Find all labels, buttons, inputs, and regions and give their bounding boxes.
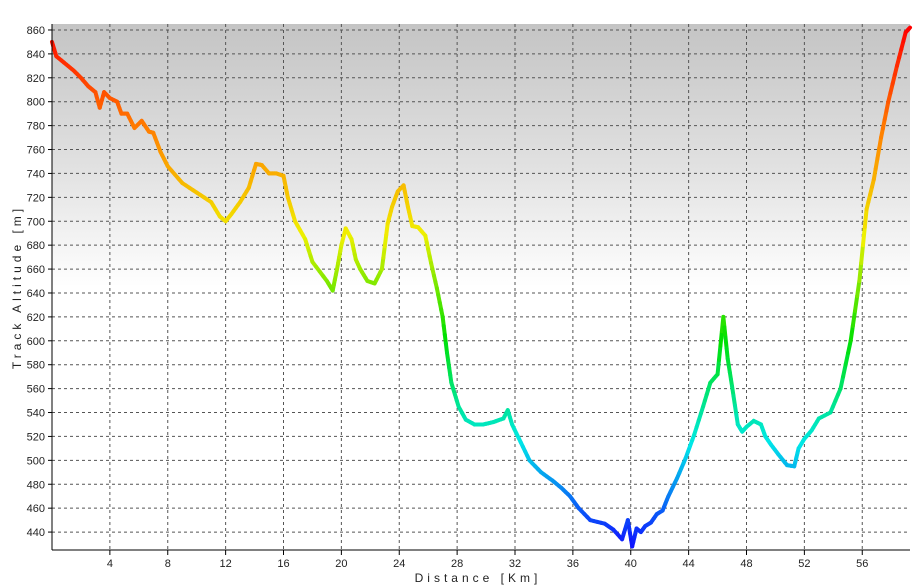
x-tick-label: 8 (165, 558, 171, 570)
altitude-segment (715, 357, 722, 377)
x-tick-label: 16 (277, 558, 289, 570)
altitude-segment (850, 308, 858, 328)
x-tick-label: 36 (567, 558, 579, 570)
y-axis-title: Track Altitude [m] (10, 205, 24, 369)
altitude-segment (848, 323, 855, 343)
y-tick-label: 560 (27, 384, 45, 396)
altitude-segment (717, 343, 723, 362)
x-tick-label: 48 (740, 558, 752, 570)
y-tick-label: 700 (27, 216, 45, 228)
y-tick-label: 640 (27, 288, 45, 300)
altitude-segment (855, 279, 862, 298)
y-tick-label: 540 (27, 408, 45, 420)
y-tick-label: 800 (27, 97, 45, 109)
y-tick-label: 840 (27, 49, 45, 61)
x-tick-label: 12 (220, 558, 232, 570)
y-tick-label: 440 (27, 527, 45, 539)
x-tick-label: 40 (625, 558, 637, 570)
x-tick-label: 56 (856, 558, 868, 570)
x-tick-label: 52 (798, 558, 810, 570)
altitude-segment (718, 329, 724, 348)
chart-canvas: 4404604805005205405605806006206406606807… (10, 24, 912, 585)
x-tick-label: 20 (335, 558, 347, 570)
y-tick-label: 720 (27, 192, 45, 204)
x-tick-label: 4 (107, 558, 113, 570)
y-tick-label: 460 (27, 503, 45, 515)
x-tick-label: 32 (509, 558, 521, 570)
x-axis-title: Distance [Km] (415, 571, 542, 585)
x-tick-label: 28 (451, 558, 463, 570)
y-tick-label: 660 (27, 264, 45, 276)
plot-background (52, 24, 910, 550)
altitude-segment (906, 25, 912, 31)
y-tick-label: 780 (27, 121, 45, 133)
altitude-segment (860, 225, 867, 248)
x-tick-label: 24 (393, 558, 405, 570)
y-tick-label: 860 (27, 25, 45, 37)
y-tick-label: 820 (27, 73, 45, 85)
altitude-segment (857, 261, 864, 284)
y-tick-label: 580 (27, 360, 45, 372)
y-tick-label: 620 (27, 312, 45, 324)
elevation-profile-chart: 440 460 480 500 520 540 560 580 600 620 640 660 680 7… (0, 0, 921, 586)
y-tick-label: 480 (27, 479, 45, 491)
y-tick-label: 680 (27, 240, 45, 252)
y-tick-label: 760 (27, 145, 45, 157)
y-tick-label: 520 (27, 431, 45, 443)
altitude-segment (862, 207, 869, 230)
altitude-segment (859, 243, 865, 266)
altitude-segment (853, 293, 860, 313)
y-tick-label: 500 (27, 455, 45, 467)
y-tick-label: 600 (27, 336, 45, 348)
x-tick-label: 44 (683, 558, 695, 570)
y-tick-label: 740 (27, 168, 45, 180)
